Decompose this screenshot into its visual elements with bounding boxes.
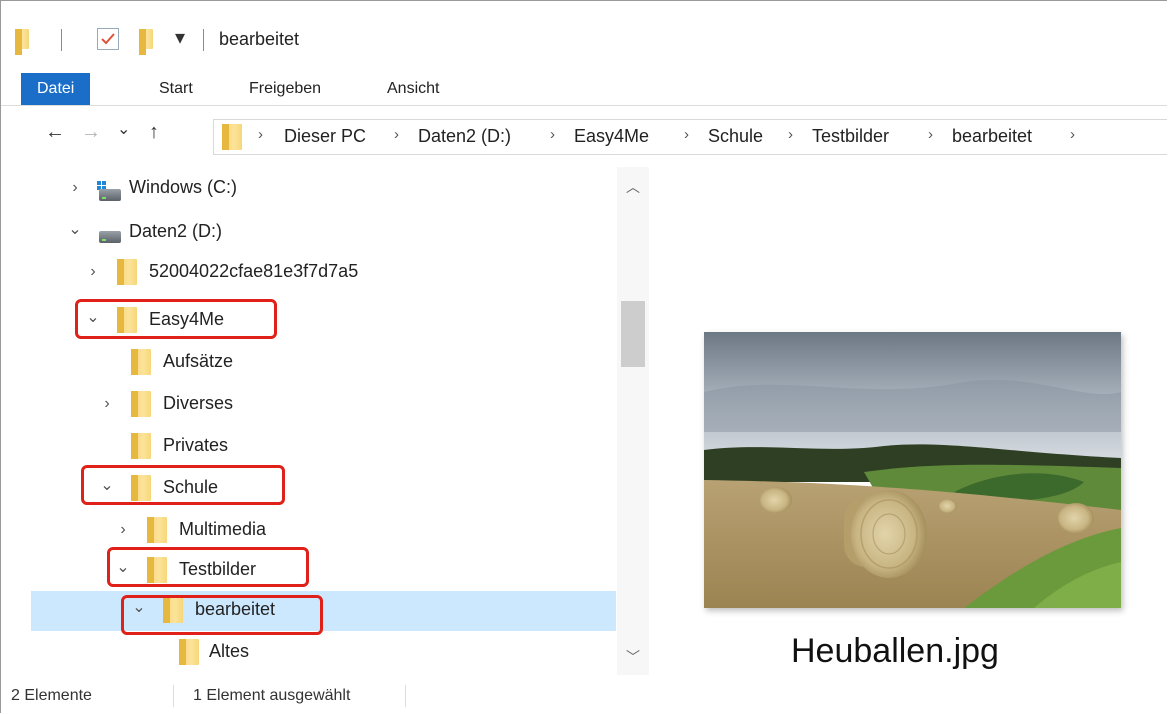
system-drive-icon (99, 189, 121, 201)
highlight-box (121, 595, 323, 635)
tree-item-label: Altes (209, 641, 250, 661)
address-bar[interactable]: › Dieser PC › Daten2 (D:) › Easy4Me › Sc… (213, 119, 1167, 155)
tree-item-label: Privates (163, 435, 229, 455)
breadcrumb-separator-icon[interactable]: › (394, 126, 399, 143)
breadcrumb-separator-icon[interactable]: › (928, 126, 933, 143)
chevron-down-icon[interactable]: ⌄ (67, 219, 83, 239)
breadcrumb-schule[interactable]: Schule (708, 126, 763, 147)
ribbon-tabs: Datei Start Freigeben Ansicht (1, 73, 1167, 105)
highlight-box (75, 299, 277, 339)
tab-datei[interactable]: Datei (21, 73, 91, 105)
preview-pane: Heuballen.jpg (661, 167, 1167, 675)
up-arrow-icon[interactable]: ↑ (149, 121, 159, 144)
tree-item-label: Windows (C:) (129, 177, 238, 197)
tree-item-daten2-d[interactable]: ⌄ Daten2 (D:) (1, 213, 616, 253)
highlight-box (81, 465, 285, 505)
tree-item-aufsaetze[interactable]: Aufsätze (1, 343, 616, 383)
title-bar: ▾ bearbeitet (1, 1, 1167, 73)
title-separator (203, 29, 204, 51)
folder-icon (131, 433, 151, 459)
scroll-thumb[interactable] (621, 301, 645, 367)
tree-item-windows-c[interactable]: › Windows (C:) (1, 169, 616, 209)
tree-item-label: Multimedia (179, 519, 267, 539)
breadcrumb-testbilder[interactable]: Testbilder (812, 126, 889, 147)
navigation-bar: ← → ⌄ ↑ › Dieser PC › Daten2 (D:) › Easy… (1, 111, 1167, 161)
tree-scrollbar[interactable]: ︿ ﹀ (617, 167, 649, 675)
tree-item-label: Diverses (163, 393, 234, 413)
folder-icon (117, 259, 137, 285)
breadcrumb-bearbeitet[interactable]: bearbeitet (952, 126, 1032, 147)
back-arrow-icon[interactable]: ← (45, 121, 65, 144)
preview-image (704, 332, 1121, 608)
tree-item-label: Aufsätze (163, 351, 234, 371)
scroll-up-chevron-icon[interactable]: ︿ (617, 173, 649, 201)
status-separator (173, 685, 174, 707)
breadcrumb-dieser-pc[interactable]: Dieser PC (284, 126, 366, 147)
tab-freigeben[interactable]: Freigeben (249, 73, 321, 105)
breadcrumb-separator-icon[interactable]: › (550, 126, 555, 143)
status-separator (405, 685, 406, 707)
drive-icon (99, 231, 121, 243)
scroll-down-chevron-icon[interactable]: ﹀ (617, 643, 649, 671)
tree-item-multimedia[interactable]: › Multimedia (1, 511, 616, 551)
breadcrumb-separator-icon: › (258, 126, 263, 143)
recent-locations-chevron-icon[interactable]: ⌄ (117, 119, 130, 139)
window-title: bearbeitet (219, 29, 300, 49)
highlight-box (107, 547, 309, 587)
folder-icon (131, 391, 151, 417)
preview-file-name: Heuballen.jpg (791, 632, 999, 670)
customize-quick-access-dropdown[interactable]: ▾ (175, 25, 185, 50)
folder-icon (131, 349, 151, 375)
tree-item-52004022cfae81e3f7d7a5[interactable]: › 52004022cfae81e3f7d7a5 (1, 253, 616, 293)
status-item-count: 2 Elemente (11, 687, 92, 704)
breadcrumb-separator-icon[interactable]: › (788, 126, 793, 143)
chevron-right-icon[interactable]: › (67, 179, 83, 197)
tree-item-altes[interactable]: Altes (1, 633, 616, 673)
tree-item-bearbeitet[interactable]: ⌄ bearbeitet (31, 591, 616, 631)
tab-ansicht[interactable]: Ansicht (387, 73, 439, 105)
new-folder-icon[interactable] (139, 29, 153, 55)
chevron-right-icon[interactable]: › (115, 521, 131, 539)
folder-icon (15, 29, 29, 55)
chevron-right-icon[interactable]: › (99, 395, 115, 413)
explorer-window: ▾ bearbeitet Datei Start Freigeben Ansic… (0, 0, 1167, 713)
tree-item-label: 52004022cfae81e3f7d7a5 (149, 261, 359, 281)
folder-icon (222, 124, 242, 150)
forward-arrow-icon[interactable]: → (81, 121, 101, 144)
tree-item-label: Daten2 (D:) (129, 221, 223, 241)
breadcrumb-daten2[interactable]: Daten2 (D:) (418, 126, 511, 147)
ribbon-divider (1, 105, 1167, 106)
tree-item-diverses[interactable]: › Diverses (1, 385, 616, 425)
properties-checkmark-icon[interactable] (97, 28, 119, 50)
folder-icon (147, 517, 167, 543)
status-bar: 2 Elemente 1 Element ausgewählt (1, 679, 1167, 713)
tab-start[interactable]: Start (159, 73, 193, 105)
navigation-tree: › Windows (C:) ⌄ Daten2 (D:) › 52004022c… (1, 167, 616, 675)
breadcrumb-separator-icon[interactable]: › (1070, 126, 1075, 143)
tree-item-privates[interactable]: Privates (1, 427, 616, 467)
breadcrumb-separator-icon[interactable]: › (684, 126, 689, 143)
status-selection: 1 Element ausgewählt (193, 687, 351, 704)
breadcrumb-easy4me[interactable]: Easy4Me (574, 126, 649, 147)
title-separator (61, 29, 62, 51)
chevron-right-icon[interactable]: › (85, 263, 101, 281)
folder-icon (179, 639, 199, 665)
